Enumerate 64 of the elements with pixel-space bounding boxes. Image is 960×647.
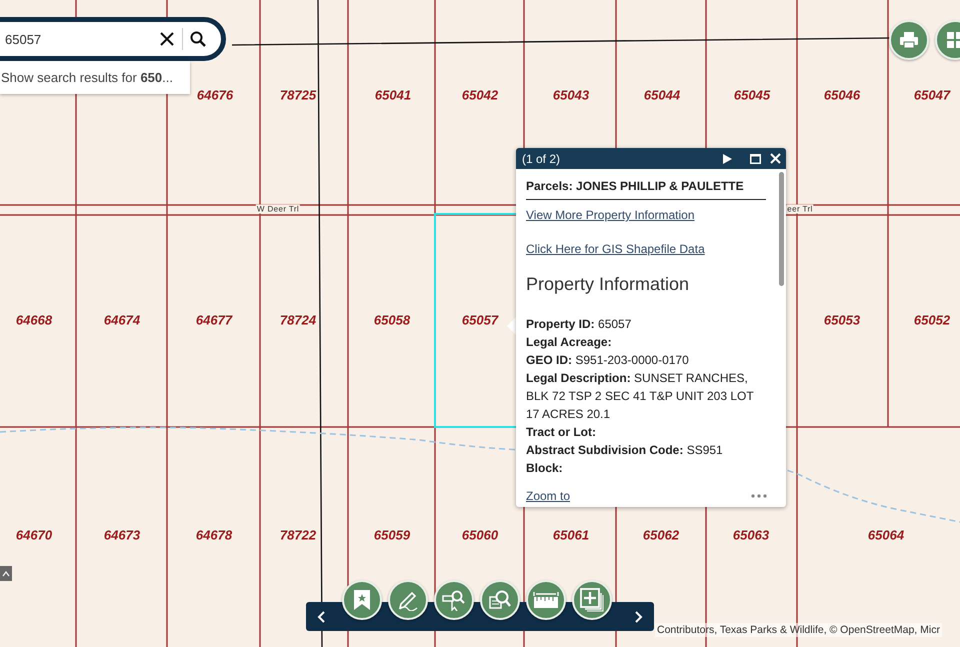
printer-icon (899, 31, 919, 49)
parcel-label: 65044 (644, 88, 680, 102)
parcel-label: 65052 (914, 312, 950, 328)
more-icon (751, 494, 767, 498)
chevron-right-icon (635, 610, 643, 622)
grid-icon (946, 31, 960, 49)
property-field: Property ID: 65057 (526, 315, 766, 333)
property-field: Legal Description: SUNSET RANCHES, BLK 72 TSP 2 SEC 41 T&P UNIT 203 LOT 17 ACRES 20.1 (526, 369, 766, 423)
expand-button[interactable] (0, 566, 12, 581)
parcel-label: 65043 (552, 88, 590, 102)
search-icon (190, 31, 206, 47)
parcel-label: 65042 (462, 88, 498, 102)
close-button[interactable] (768, 152, 782, 166)
parcel-label: 65060 (462, 528, 498, 542)
select-icon (442, 589, 466, 611)
parcel-label: 65063 (732, 528, 770, 542)
scrollbar-thumb[interactable] (779, 172, 784, 286)
zoom-to-link[interactable]: Zoom to (526, 489, 570, 503)
close-icon (160, 32, 174, 46)
parcel-label: 78722 (280, 528, 316, 542)
property-field: Abstract Subdivision Code: SS951 (526, 441, 766, 459)
parcel-label: 65059 (374, 528, 410, 542)
pencil-icon (397, 589, 419, 611)
chevron-left-icon (317, 610, 325, 622)
feature-counter: (1 of 2) (522, 152, 562, 166)
property-field: Legal Acreage: (526, 333, 766, 351)
property-field: GEO ID: S951-203-0000-0170 (526, 351, 766, 369)
bookmark-icon (353, 589, 371, 611)
caret-up-icon (2, 570, 10, 576)
parcel-label: 65057 (462, 312, 498, 328)
property-field: Block: (526, 459, 766, 477)
parcel-label: 65045 (734, 88, 770, 102)
parcel-label: 78724 (280, 312, 316, 328)
search-document-icon (488, 589, 512, 611)
parcel-label: 65062 (642, 528, 680, 542)
parcel-label: 64676 (196, 88, 234, 102)
map-attribution: Contributors, Texas Parks & Wildlife, © OpenStreetMap, Micr (655, 623, 942, 637)
parcel-label: 64674 (104, 312, 140, 328)
parcel-label: 65058 (374, 312, 410, 328)
parcel-label: 78725 (280, 88, 316, 102)
parcel-label: 64677 (196, 312, 232, 328)
parcel-label: 65041 (374, 88, 412, 102)
ruler-icon (533, 591, 559, 609)
property-field: Tract or Lot: (526, 423, 766, 441)
parcel-label: 64673 (104, 528, 140, 542)
close-icon (770, 153, 780, 164)
parcel-label: 64670 (16, 528, 52, 542)
parcel-label: 65053 (824, 312, 860, 328)
road-label: W Deer Trl (256, 204, 300, 214)
add-layer-icon (580, 588, 604, 612)
info-link[interactable]: View More Property Information (526, 208, 695, 222)
road-label: eer Trl (786, 204, 814, 214)
parcel-label: 64678 (196, 528, 232, 542)
section-heading: Property Information (526, 274, 690, 295)
maximize-icon (750, 154, 760, 164)
parcel-label: 65064 (868, 528, 904, 542)
parcel-label: 65061 (552, 528, 590, 542)
info-link[interactable]: Click Here for GIS Shapefile Data (526, 242, 705, 256)
popup-title: Parcels: JONES PHILLIP & PAULETTE (526, 175, 766, 200)
play-icon (722, 154, 732, 164)
parcel-label: 65047 (914, 88, 950, 102)
next-button[interactable] (720, 152, 734, 166)
parcel-label: 65046 (824, 88, 860, 102)
parcel-label: 64668 (16, 312, 52, 328)
